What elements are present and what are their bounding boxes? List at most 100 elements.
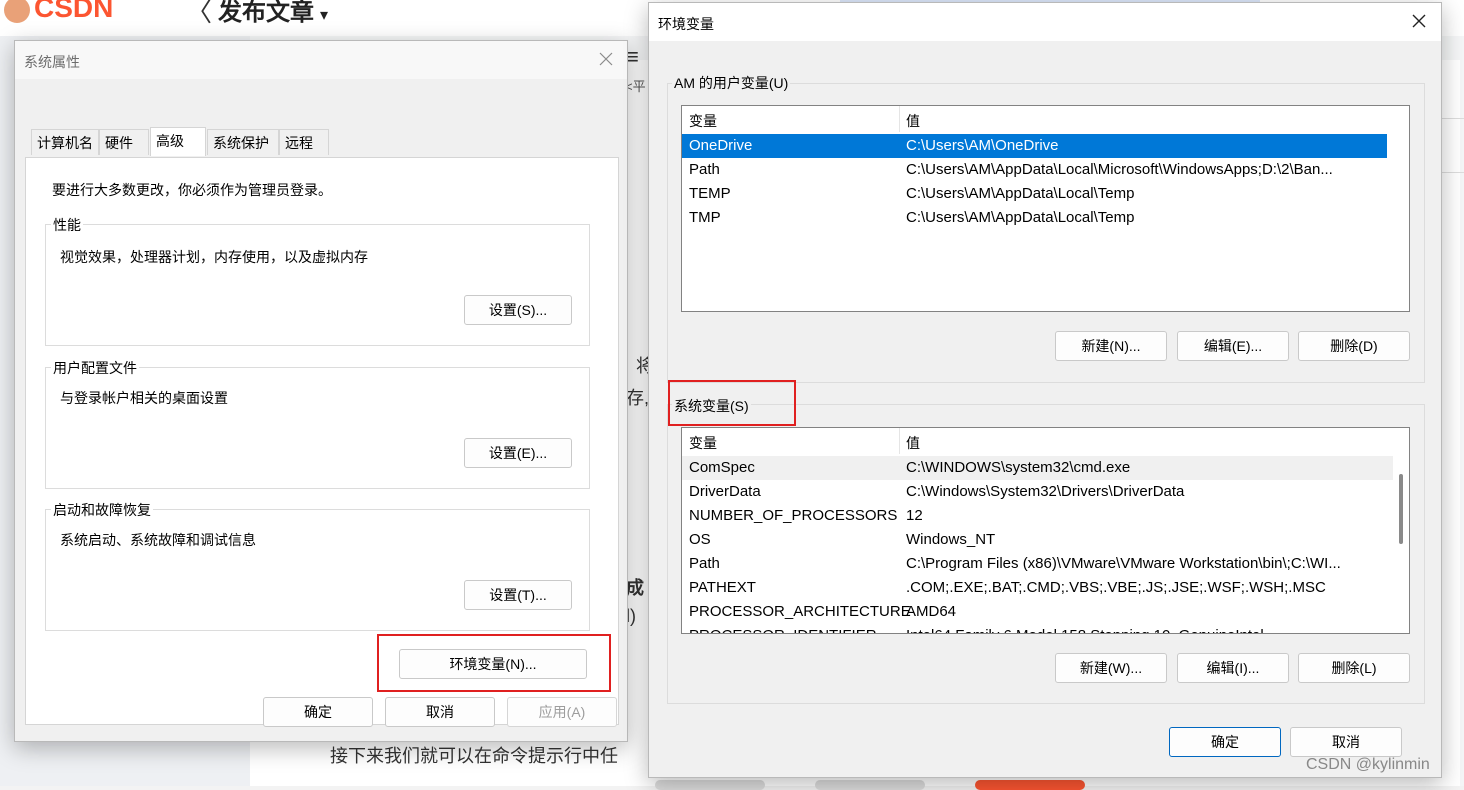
tab-computer-name[interactable]: 计算机名 (31, 129, 99, 155)
group-description: 视觉效果，处理器计划，内存使用，以及虚拟内存 (60, 249, 368, 265)
tab-advanced[interactable]: 高级 (150, 127, 206, 156)
user-profiles-settings-button[interactable]: 设置(E)... (464, 438, 572, 468)
close-icon[interactable] (1405, 7, 1433, 35)
system-variables-list[interactable]: 变量 值 ComSpec C:\WINDOWS\system32\cmd.exe… (681, 427, 1410, 634)
variable-value: C:\WINDOWS\system32\cmd.exe (906, 459, 1131, 476)
highlight-box (377, 634, 611, 692)
system-variables-group: 系统变量(S) 变量 值 ComSpec C:\WINDOWS\system32… (667, 396, 1425, 704)
list-item[interactable]: OS Windows_NT (682, 528, 1393, 552)
csdn-logo-text: CSDN (34, 0, 114, 23)
publish-button[interactable] (975, 780, 1085, 790)
list-item[interactable]: PROCESSOR_ARCHITECTURE AMD64 (682, 600, 1393, 624)
list-item[interactable]: DriverData C:\Windows\System32\Drivers\D… (682, 480, 1393, 504)
scrollbar-thumb[interactable] (1399, 474, 1403, 544)
page-title-text: 发布文章 (218, 0, 314, 26)
group-description: 与登录帐户相关的桌面设置 (60, 390, 228, 406)
list-item[interactable]: NUMBER_OF_PROCESSORS 12 (682, 504, 1393, 528)
column-header-value[interactable]: 值 (906, 433, 920, 453)
tab-system-protection[interactable]: 系统保护 (207, 129, 279, 155)
list-item[interactable]: TEMP C:\Users\AM\AppData\Local\Temp (682, 182, 1387, 206)
bottom-button[interactable] (655, 780, 765, 790)
performance-settings-button[interactable]: 设置(S)... (464, 295, 572, 325)
divider (1440, 118, 1464, 119)
variable-name: NUMBER_OF_PROCESSORS (689, 507, 898, 524)
variable-name: TEMP (689, 185, 731, 202)
startup-settings-button[interactable]: 设置(T)... (464, 580, 572, 610)
variable-name: Path (689, 161, 720, 178)
watermark: CSDN @kylinmin (1306, 756, 1430, 773)
csdn-mascot-icon (4, 0, 30, 23)
group-description: 系统启动、系统故障和调试信息 (60, 532, 256, 548)
performance-group: 性能 视觉效果，处理器计划，内存使用，以及虚拟内存 设置(S)... (45, 215, 590, 346)
text-fragment: 存, (626, 388, 650, 408)
variable-name: OneDrive (689, 137, 753, 154)
group-title: 用户配置文件 (51, 358, 139, 378)
back-icon[interactable]: 〈 (186, 0, 212, 29)
chevron-down-icon[interactable]: ▾ (320, 7, 328, 24)
article-text: 接下来我们就可以在命令提示行中任 (330, 746, 618, 766)
system-new-button[interactable]: 新建(W)... (1055, 653, 1167, 683)
ok-button[interactable]: 确定 (1169, 727, 1281, 757)
variable-value: C:\Users\AM\AppData\Local\Microsoft\Wind… (906, 161, 1333, 178)
close-icon[interactable] (592, 45, 620, 73)
divider (1440, 172, 1464, 173)
ok-button[interactable]: 确定 (263, 697, 373, 727)
group-title: 启动和故障恢复 (51, 500, 153, 520)
variable-value: .COM;.EXE;.BAT;.CMD;.VBS;.VBE;.JS;.JSE;.… (906, 579, 1326, 596)
admin-note: 要进行大多数更改，你必须作为管理员登录。 (52, 182, 332, 198)
variable-value: C:\Users\AM\OneDrive (906, 137, 1059, 154)
variable-name: DriverData (689, 483, 761, 500)
dialog-title: 环境变量 (658, 16, 714, 32)
startup-recovery-group: 启动和故障恢复 系统启动、系统故障和调试信息 设置(T)... (45, 500, 590, 631)
column-header-variable[interactable]: 变量 (689, 433, 717, 453)
column-header-value[interactable]: 值 (906, 111, 920, 131)
cancel-button[interactable]: 取消 (385, 697, 495, 727)
tab-hardware[interactable]: 硬件 (99, 129, 149, 155)
variable-name: TMP (689, 209, 721, 226)
csdn-logo[interactable]: CSDN (4, 0, 113, 24)
vertical-scrollbar[interactable] (1393, 454, 1409, 633)
list-item[interactable]: TMP C:\Users\AM\AppData\Local\Temp (682, 206, 1387, 230)
variable-value: C:\Users\AM\AppData\Local\Temp (906, 185, 1135, 202)
variable-value: C:\Users\AM\AppData\Local\Temp (906, 209, 1135, 226)
user-delete-button[interactable]: 删除(D) (1298, 331, 1410, 361)
environment-variables-dialog: 环境变量 AM 的用户变量(U) 变量 值 OneDrive C:\Users\… (648, 2, 1442, 778)
tab-remote[interactable]: 远程 (279, 129, 329, 155)
list-item[interactable]: PATHEXT .COM;.EXE;.BAT;.CMD;.VBS;.VBE;.J… (682, 576, 1393, 600)
title-bar: 系统属性 (15, 41, 627, 79)
variable-name: PATHEXT (689, 579, 756, 596)
system-edit-button[interactable]: 编辑(I)... (1177, 653, 1289, 683)
user-new-button[interactable]: 新建(N)... (1055, 331, 1167, 361)
column-separator[interactable] (899, 428, 900, 454)
text-fragment: <平 (625, 79, 646, 94)
column-header-variable[interactable]: 变量 (689, 111, 717, 131)
system-properties-dialog: 系统属性 计算机名 硬件 高级 系统保护 远程 要进行大多数更改，你必须作为管理… (14, 40, 628, 742)
apply-button[interactable]: 应用(A) (507, 697, 617, 727)
list-item[interactable]: PROCESSOR_IDENTIFIER Intel64 Family 6 Mo… (682, 624, 1393, 633)
list-item[interactable]: ComSpec C:\WINDOWS\system32\cmd.exe (682, 456, 1393, 480)
list-item[interactable]: OneDrive C:\Users\AM\OneDrive (682, 134, 1387, 158)
variable-value: C:\Windows\System32\Drivers\DriverData (906, 483, 1185, 500)
page-title: 发布文章 ▾ (218, 0, 328, 27)
list-header: 变量 值 (682, 106, 1409, 132)
dialog-title: 系统属性 (24, 54, 80, 70)
cancel-button[interactable]: 取消 (1290, 727, 1402, 757)
user-variables-list[interactable]: 变量 值 OneDrive C:\Users\AM\OneDrive Path … (681, 105, 1410, 312)
variable-value: C:\Program Files (x86)\VMware\VMware Wor… (906, 555, 1341, 572)
list-item[interactable]: Path C:\Program Files (x86)\VMware\VMwar… (682, 552, 1393, 576)
variable-name: PROCESSOR_ARCHITECTURE (689, 603, 911, 620)
text-fragment: 成 (626, 578, 644, 598)
user-profiles-group: 用户配置文件 与登录帐户相关的桌面设置 设置(E)... (45, 358, 590, 489)
user-variables-group: AM 的用户变量(U) 变量 值 OneDrive C:\Users\AM\On… (667, 73, 1425, 383)
user-edit-button[interactable]: 编辑(E)... (1177, 331, 1289, 361)
list-item[interactable]: Path C:\Users\AM\AppData\Local\Microsoft… (682, 158, 1387, 182)
column-separator[interactable] (899, 106, 900, 132)
bottom-button[interactable] (815, 780, 925, 790)
title-bar: 环境变量 (649, 3, 1441, 41)
variable-value: Intel64 Family 6 Model 158 Stepping 10, … (906, 624, 1386, 633)
group-title: AM 的用户变量(U) (672, 73, 791, 93)
group-title: 性能 (51, 215, 83, 235)
system-delete-button[interactable]: 删除(L) (1298, 653, 1410, 683)
variable-name: OS (689, 531, 711, 548)
highlight-box (668, 380, 796, 426)
